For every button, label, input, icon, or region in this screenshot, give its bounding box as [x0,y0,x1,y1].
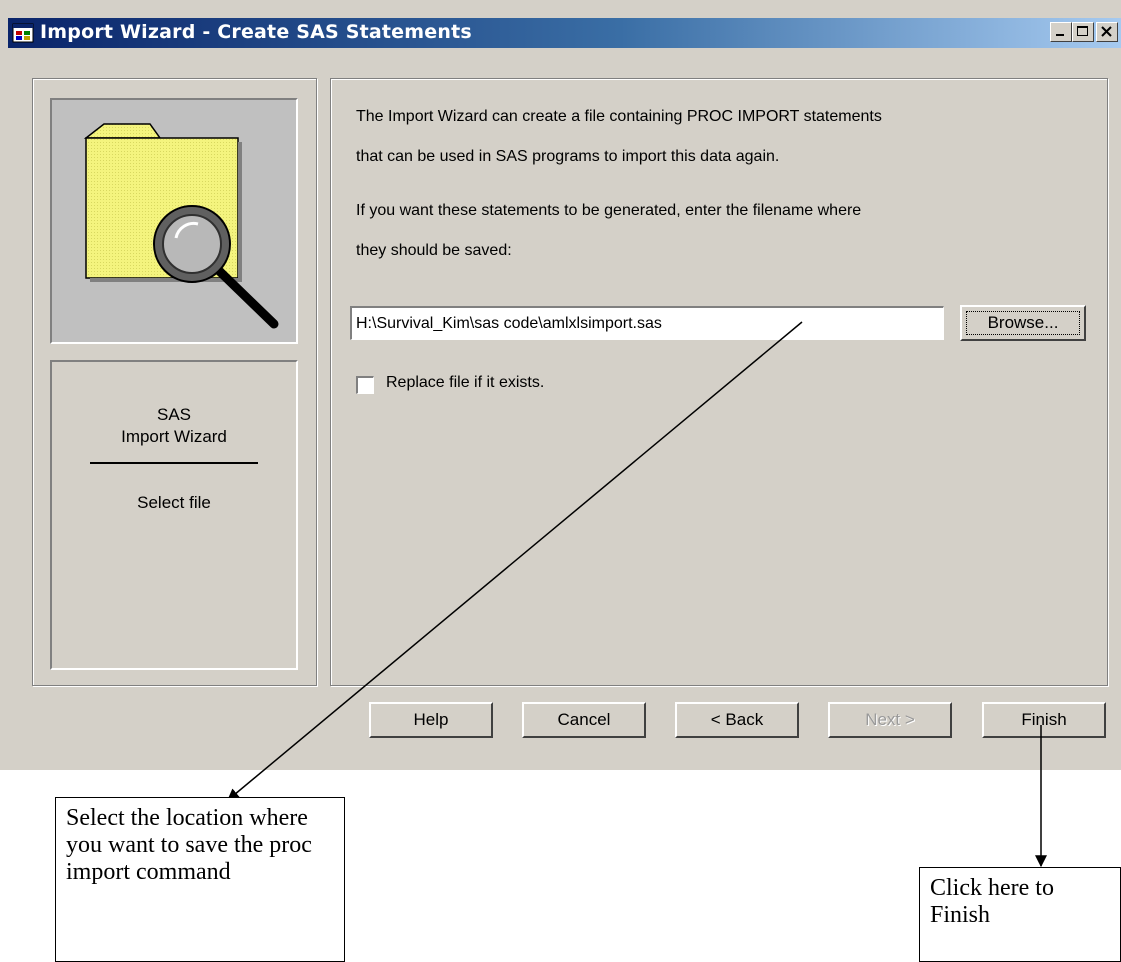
location-callout: Select the location where you want to sa… [55,797,345,962]
finish-callout: Click here to Finish [919,867,1121,962]
arrow-to-callout-left [227,321,803,801]
